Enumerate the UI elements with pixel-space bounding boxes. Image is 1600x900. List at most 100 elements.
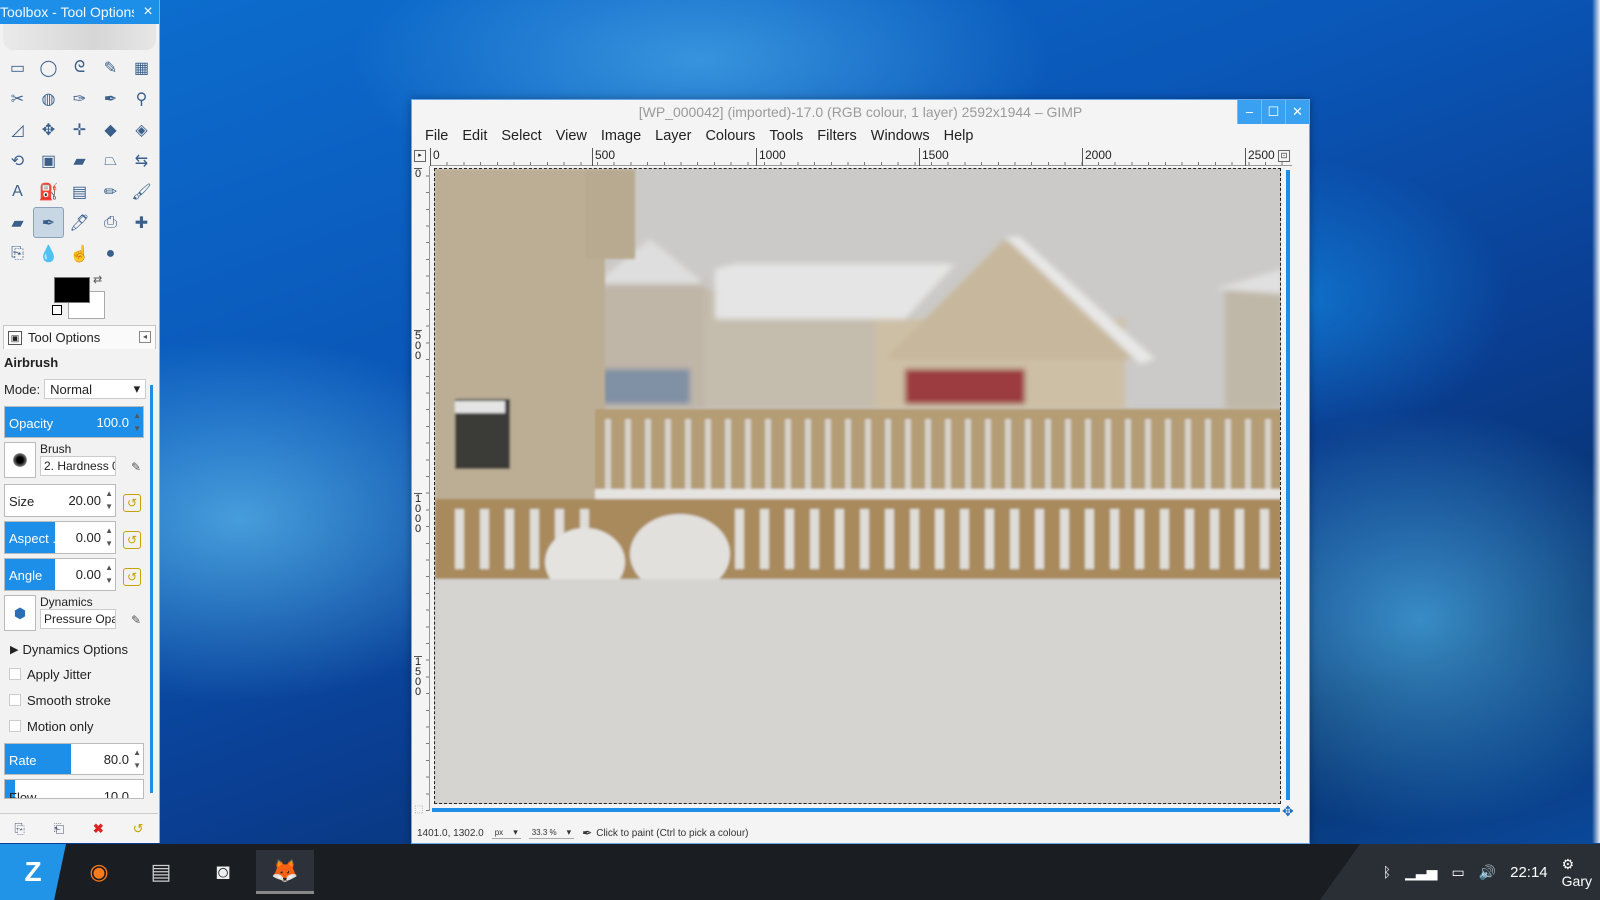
menu-select[interactable]: Select [494, 128, 548, 144]
rate-slider[interactable]: Rate 80.0 ▲ ▼ [4, 743, 144, 775]
file-manager-icon[interactable]: ▤ [132, 850, 190, 894]
align-tool-icon[interactable]: ✛ [64, 114, 95, 145]
brush-preview[interactable] [4, 442, 36, 478]
pencil-tool-icon[interactable]: ✏ [95, 176, 126, 207]
minimize-button[interactable]: – [1237, 100, 1261, 124]
rect-select-tool-icon[interactable]: ▭ [2, 52, 33, 83]
firefox-icon[interactable]: ◉ [70, 850, 128, 894]
quick-mask-icon[interactable]: ⬚ [414, 804, 423, 815]
save-options-icon[interactable]: ⎘ [14, 821, 24, 837]
start-menu-button[interactable]: Z [0, 844, 66, 900]
dodge-burn-tool-icon[interactable]: ● [95, 238, 126, 269]
angle-slider[interactable]: Angle 0.00 ▲ ▼ [4, 558, 116, 591]
image-menu-icon[interactable]: ▸ [414, 150, 426, 162]
shear-tool-icon[interactable]: ▰ [64, 145, 95, 176]
aspect-reset-icon[interactable]: ↺ [123, 531, 141, 549]
paintbrush-tool-icon[interactable]: 🖌 [126, 176, 157, 207]
volume-icon[interactable]: 🔊 [1479, 864, 1496, 881]
battery-icon[interactable]: ▭ [1451, 864, 1464, 881]
maximize-button[interactable]: ☐ [1261, 100, 1285, 124]
motion-only-box[interactable] [9, 720, 21, 732]
image-canvas[interactable] [434, 168, 1281, 804]
vertical-scrollbar[interactable] [1286, 170, 1290, 800]
default-colors-icon[interactable]: . [52, 305, 62, 315]
scissors-tool-icon[interactable]: ✂ [2, 83, 33, 114]
gear-icon[interactable]: ⚙ Gary [1562, 856, 1592, 889]
perspective-clone-tool-icon[interactable]: ⎘ [2, 238, 33, 269]
eraser-tool-icon[interactable]: ▰ [2, 207, 33, 238]
image-window-titlebar[interactable]: [WP_000042] (imported)-17.0 (RGB colour,… [412, 100, 1309, 124]
angle-reset-icon[interactable]: ↺ [123, 568, 141, 586]
size-reset-icon[interactable]: ↺ [123, 494, 141, 512]
dynamics-preview[interactable]: ⬢ [4, 595, 36, 631]
toolbox-close-button[interactable]: × [137, 1, 159, 23]
opacity-slider[interactable]: Opacity 100.0 ▲ ▼ [4, 406, 144, 438]
ellipse-select-tool-icon[interactable]: ◯ [33, 52, 64, 83]
menu-image[interactable]: Image [594, 128, 648, 144]
unified-transform-tool-icon[interactable]: ◈ [126, 114, 157, 145]
close-button[interactable]: ✕ [1285, 100, 1309, 124]
apply-jitter-box[interactable] [9, 668, 21, 680]
gimp-icon[interactable]: 🦊 [256, 850, 314, 894]
tab-tool-options[interactable]: ▣ Tool Options ◂ [3, 325, 156, 349]
menu-help[interactable]: Help [937, 128, 981, 144]
zoom-image-when-window-resized-icon[interactable]: ⊡ [1278, 150, 1290, 162]
reset-options-icon[interactable]: ↺ [133, 821, 144, 837]
measure-tool-icon[interactable]: ◿ [2, 114, 33, 145]
ink-tool-icon[interactable]: 🖊 [64, 207, 95, 238]
edit-dynamics-icon[interactable]: ✎ [131, 613, 141, 627]
dynamics-options-expander[interactable]: ▶ Dynamics Options [4, 637, 155, 661]
flow-slider[interactable]: Flow 10.0 [4, 779, 144, 799]
menu-filters[interactable]: Filters [810, 128, 863, 144]
blur-tool-icon[interactable]: 💧 [33, 238, 64, 269]
menu-windows[interactable]: Windows [864, 128, 937, 144]
paths-tool-icon[interactable]: ✑ [64, 83, 95, 114]
menu-edit[interactable]: Edit [455, 128, 494, 144]
apply-jitter-checkbox[interactable]: Apply Jitter [4, 661, 155, 687]
mode-select[interactable]: Normal ▾ [44, 379, 147, 399]
fuzzy-select-tool-icon[interactable]: ✎ [95, 52, 126, 83]
heal-tool-icon[interactable]: ✚ [126, 207, 157, 238]
brush-field[interactable]: 2. Hardness 0 [40, 456, 116, 476]
menu-tools[interactable]: Tools [762, 128, 810, 144]
opacity-stepper-icon[interactable]: ▲ ▼ [133, 409, 141, 435]
swap-colors-icon[interactable]: ⇄ [93, 273, 102, 286]
foreground-select-tool-icon[interactable]: ◍ [33, 83, 64, 114]
menu-layer[interactable]: Layer [648, 128, 698, 144]
edit-brush-icon[interactable]: ✎ [131, 460, 141, 474]
delete-options-icon[interactable]: ✖ [93, 821, 104, 837]
navigate-image-icon[interactable]: ✥ [1282, 803, 1294, 820]
aspect-stepper-icon[interactable]: ▲ ▼ [105, 524, 113, 550]
horizontal-scrollbar[interactable] [432, 808, 1280, 812]
airbrush-tool-icon[interactable]: ✒ [33, 207, 64, 238]
toolbox-titlebar[interactable]: Toolbox - Tool Options × [0, 0, 159, 24]
scale-tool-icon[interactable]: ▣ [33, 145, 64, 176]
network-signal-icon[interactable]: ▁▃▅ [1405, 864, 1437, 881]
menu-colours[interactable]: Colours [698, 128, 762, 144]
size-stepper-icon[interactable]: ▲ ▼ [105, 487, 113, 513]
color-picker-tool-icon[interactable]: ✒ [95, 83, 126, 114]
vertical-ruler[interactable]: 0 5 0 0 1 0 0 0 1 5 0 0 [412, 166, 430, 811]
zoom-select[interactable]: 33.3 % ▾ [528, 827, 575, 839]
zoom-tool-icon[interactable]: ⚲ [126, 83, 157, 114]
angle-stepper-icon[interactable]: ▲ ▼ [105, 561, 113, 587]
smooth-stroke-checkbox[interactable]: Smooth stroke [4, 687, 155, 713]
blend-tool-icon[interactable]: ▤ [64, 176, 95, 207]
smudge-tool-icon[interactable]: ☝ [64, 238, 95, 269]
foreground-color-swatch[interactable] [54, 277, 90, 303]
rotate-tool-icon[interactable]: ⟲ [2, 145, 33, 176]
move-tool-icon[interactable]: ✥ [33, 114, 64, 145]
free-select-tool-icon[interactable]: ᘓ [64, 52, 95, 83]
smooth-stroke-box[interactable] [9, 694, 21, 706]
rate-stepper-icon[interactable]: ▲ ▼ [133, 746, 141, 772]
motion-only-checkbox[interactable]: Motion only [4, 713, 155, 739]
bucket-fill-tool-icon[interactable]: ⛽ [33, 176, 64, 207]
crop-tool-icon[interactable]: ◆ [95, 114, 126, 145]
menu-view[interactable]: View [549, 128, 594, 144]
horizontal-ruler[interactable]: ⊡ 0 500 1000 1500 2000 2500 [430, 148, 1292, 166]
color-select-tool-icon[interactable]: ▦ [126, 52, 157, 83]
camera-icon[interactable]: ◙ [194, 850, 252, 894]
tab-menu-icon[interactable]: ◂ [139, 331, 151, 343]
flip-tool-icon[interactable]: ⇆ [126, 145, 157, 176]
restore-options-icon[interactable]: ⎗ [54, 821, 64, 837]
